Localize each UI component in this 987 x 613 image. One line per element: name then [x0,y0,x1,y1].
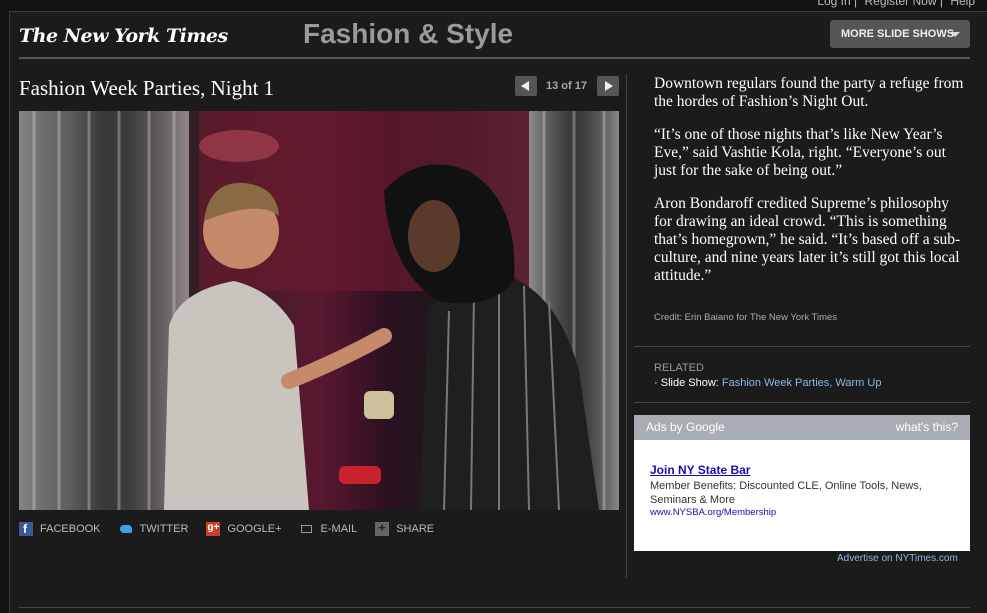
advertise-link[interactable]: Advertise on NYTimes.com [837,553,958,564]
facebook-label: FACEBOOK [40,523,101,535]
share-icon [375,520,390,536]
register-link[interactable]: Register Now [864,0,936,8]
slide-photo[interactable] [19,111,619,510]
facebook-icon [19,522,33,536]
share-more[interactable]: SHARE [375,520,435,536]
footer-divider [19,607,970,608]
related-divider-bottom [634,402,970,403]
related-divider-top [634,346,970,347]
caret-down-icon [950,32,960,37]
email-share[interactable]: E-MAIL [300,522,358,536]
ad-description: Member Benefits: Discounted CLE, Online … [650,480,922,506]
login-link[interactable]: Log In [817,0,850,8]
google-plus-label: GOOGLE+ [227,523,282,535]
ad-url-link[interactable]: www.NYSBA.org/Membership [650,507,776,518]
share-label: SHARE [396,523,435,535]
header-divider [19,57,970,59]
related-prefix: Slide Show: [660,377,719,389]
email-label: E-MAIL [320,523,358,535]
more-slide-shows-label: MORE SLIDE SHOWS [841,28,955,40]
top-links: Log In | Register Now | Help [813,0,975,8]
previous-slide-button[interactable] [515,76,537,96]
google-ad-box: Ads by Google what's this? Join NY State… [634,415,970,551]
share-bar: FACEBOOK TWITTER GOOGLE+ E-MAIL SHARE [19,520,452,536]
nyt-logo[interactable]: The New York Times [19,25,228,47]
section-title[interactable]: Fashion & Style [303,18,513,50]
facebook-share[interactable]: FACEBOOK [19,522,101,536]
more-slide-shows-button[interactable]: MORE SLIDE SHOWS [830,20,970,48]
twitter-label: TWITTER [139,523,189,535]
twitter-share[interactable]: TWITTER [119,522,189,536]
related-link[interactable]: Fashion Week Parties, Warm Up [722,377,882,389]
related-label: RELATED [654,362,704,374]
caption-paragraph: Aron Bondaroff credited Supreme’s philos… [654,195,961,284]
slide-counter: 13 of 17 [546,80,587,92]
next-slide-button[interactable] [597,76,619,96]
google-plus-icon [206,522,221,536]
twitter-icon [119,522,133,536]
photo-credit: Credit: Erin Baiano for The New York Tim… [654,312,838,323]
google-plus-share[interactable]: GOOGLE+ [206,522,282,536]
photo-illustration [19,111,619,510]
email-icon [300,522,314,536]
caption-paragraph: Downtown regulars found the party a refu… [654,75,964,110]
ad-title-link[interactable]: Join NY State Bar [650,463,750,477]
whats-this-link[interactable]: what's this? [896,415,958,440]
caption-paragraph: “It’s one of those nights that’s like Ne… [654,126,946,179]
ad-header: Ads by Google what's this? [634,415,970,440]
ads-by-google-label[interactable]: Ads by Google [646,415,725,440]
slide-caption: Downtown regulars found the party a refu… [654,75,964,300]
slide-title: Fashion Week Parties, Night 1 [19,76,275,100]
related-item: · Slide Show: Fashion Week Parties, Warm… [654,377,882,389]
column-divider [626,74,627,578]
help-link[interactable]: Help [950,0,975,8]
